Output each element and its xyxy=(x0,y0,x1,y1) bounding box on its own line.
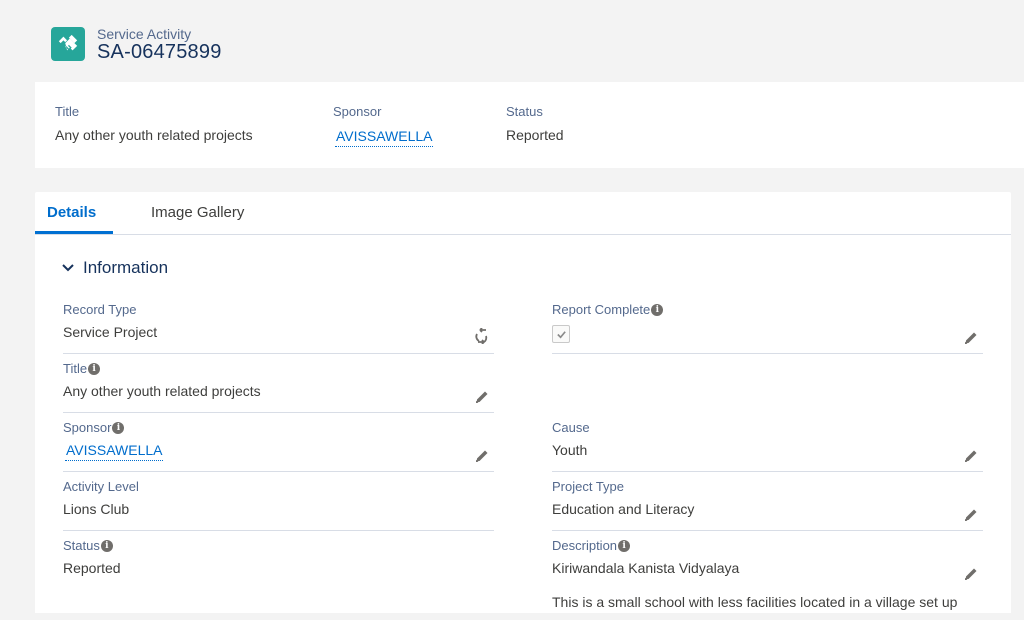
field-sponsor: Sponsor i AVISSAWELLA xyxy=(63,412,494,472)
field-label: Description i xyxy=(552,538,631,553)
chevron-down-icon xyxy=(62,264,74,272)
section-title: Information xyxy=(83,258,169,277)
field-label: Cause xyxy=(552,420,590,435)
field-project-type: Project Type Education and Literacy xyxy=(552,471,983,531)
field-cause: Cause Youth xyxy=(552,412,983,472)
object-type-label: Service Activity xyxy=(97,26,192,42)
tab-bar: Details Image Gallery xyxy=(35,192,1011,235)
description-continued: This is a small school with less facilit… xyxy=(552,594,958,610)
info-icon[interactable]: i xyxy=(651,303,664,316)
field-label: Status i xyxy=(63,538,113,553)
field-value: Kiriwandala Kanista Vidyalaya xyxy=(552,560,740,576)
info-icon[interactable]: i xyxy=(100,539,113,552)
pencil-icon[interactable] xyxy=(474,389,490,405)
info-icon[interactable]: i xyxy=(618,539,631,552)
sponsor-link[interactable]: AVISSAWELLA xyxy=(65,442,164,461)
field-description: Description i Kiriwandala Kanista Vidyala… xyxy=(552,530,983,620)
field-label: Report Complete i xyxy=(552,302,664,317)
field-label: Activity Level xyxy=(63,479,139,494)
field-value: Any other youth related projects xyxy=(63,383,261,399)
field-record-type: Record Type Service Project xyxy=(63,294,494,354)
checkmark-icon xyxy=(556,330,566,338)
field-value: Youth xyxy=(552,442,588,458)
change-record-type-icon[interactable] xyxy=(474,328,490,344)
pencil-icon[interactable] xyxy=(474,448,490,464)
info-icon[interactable]: i xyxy=(88,362,101,375)
details-card: Details Image Gallery Information Record… xyxy=(35,192,1011,613)
record-header: Service Activity SA-06475899 xyxy=(0,0,1024,82)
field-value: Service Project xyxy=(63,324,158,340)
field-label: Record Type xyxy=(63,302,137,317)
highlight-value: Any other youth related projects xyxy=(55,127,253,143)
highlight-label: Sponsor xyxy=(333,104,382,119)
highlight-title: Title Any other youth related projects xyxy=(55,104,253,143)
tab-image-gallery[interactable]: Image Gallery xyxy=(151,204,244,221)
pencil-icon[interactable] xyxy=(963,330,979,346)
pencil-icon[interactable] xyxy=(963,566,979,582)
highlight-status: Status Reported xyxy=(506,104,564,143)
field-label: Sponsor i xyxy=(63,420,125,435)
active-tab-indicator xyxy=(35,231,113,234)
highlight-label: Title xyxy=(55,104,80,119)
field-value: Lions Club xyxy=(63,501,130,517)
handshake-icon xyxy=(51,27,85,61)
highlight-label: Status xyxy=(506,104,543,119)
field-report-complete: Report Complete i xyxy=(552,294,983,354)
field-activity-level: Activity Level Lions Club xyxy=(63,471,494,531)
field-value: Reported xyxy=(63,560,121,576)
highlight-sponsor: Sponsor AVISSAWELLA xyxy=(333,104,434,147)
highlight-value: Reported xyxy=(506,127,564,143)
record-name: SA-06475899 xyxy=(97,41,222,63)
info-icon[interactable]: i xyxy=(112,421,125,434)
field-label: Title i xyxy=(63,361,101,376)
field-title: Title i Any other youth related projects xyxy=(63,353,494,413)
pencil-icon[interactable] xyxy=(963,448,979,464)
highlights-panel: Title Any other youth related projects S… xyxy=(35,82,1024,168)
tab-details[interactable]: Details xyxy=(47,204,96,221)
report-complete-checkbox[interactable] xyxy=(552,325,570,343)
sponsor-link[interactable]: AVISSAWELLA xyxy=(335,128,434,147)
field-status: Status i Reported xyxy=(63,530,494,589)
field-value: Education and Literacy xyxy=(552,501,695,517)
field-label: Project Type xyxy=(552,479,625,494)
section-information-toggle[interactable]: Information xyxy=(61,258,168,278)
pencil-icon[interactable] xyxy=(963,507,979,523)
